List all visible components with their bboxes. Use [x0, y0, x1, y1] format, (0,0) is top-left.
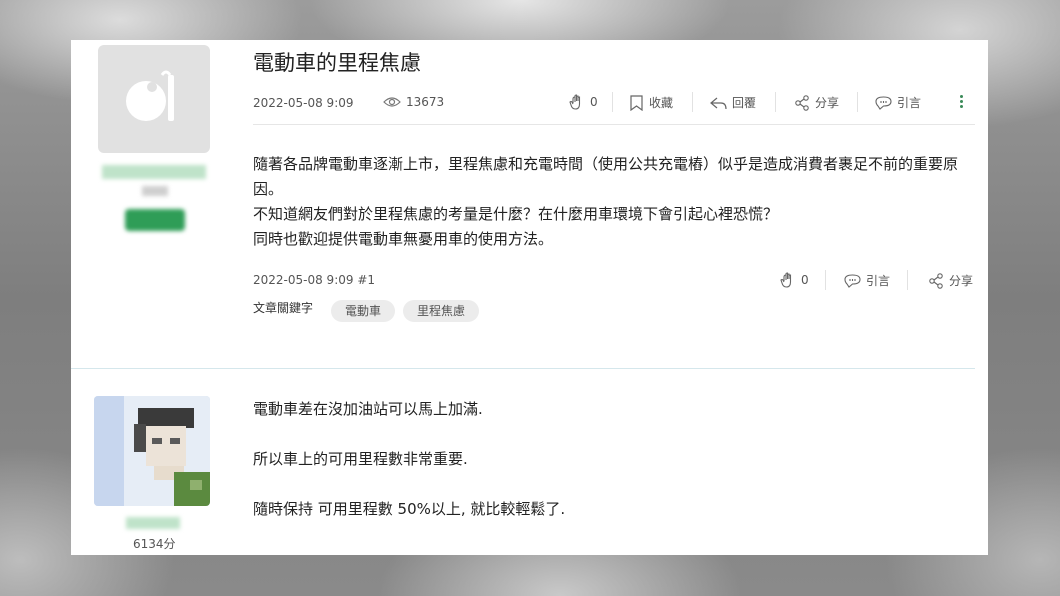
- share-button[interactable]: 分享: [794, 94, 839, 111]
- footer-quote-label: 引言: [866, 274, 891, 288]
- reply-body: 電動車差在沒加油站可以馬上加滿. 所以車上的可用里程數非常重要. 隨時保持 可用…: [253, 396, 565, 546]
- action-separator: [907, 270, 908, 290]
- reply-author-avatar[interactable]: [94, 396, 210, 506]
- author-avatar[interactable]: [98, 45, 210, 153]
- thread-title: 電動車的里程焦慮: [253, 51, 421, 75]
- post-divider: [71, 368, 975, 369]
- reply-paragraph: 電動車差在沒加油站可以馬上加滿.: [253, 400, 483, 418]
- quote-label: 引言: [897, 96, 922, 110]
- reply-paragraph: 所以車上的可用里程數非常重要.: [253, 450, 468, 468]
- bookmark-label: 收藏: [649, 96, 674, 110]
- default-avatar-icon: [126, 70, 174, 121]
- post-paragraph: 同時也歡迎提供電動車無憂用車的使用方法。: [253, 230, 554, 248]
- clap-icon: [569, 94, 581, 110]
- footer-like-count: 0: [801, 273, 809, 287]
- footer-like-button[interactable]: 0: [780, 272, 809, 288]
- reply-author-name-redacted[interactable]: [126, 517, 180, 529]
- reply-paragraph: 隨時保持 可用里程數 50%以上, 就比較輕鬆了.: [253, 500, 566, 518]
- author-badge-redacted: [125, 209, 185, 231]
- like-count: 0: [590, 95, 598, 109]
- quote-button[interactable]: 引言: [875, 94, 921, 111]
- quote-icon: [844, 274, 861, 288]
- reply-button[interactable]: 回覆: [710, 94, 756, 111]
- view-count-value: 13673: [406, 95, 445, 109]
- reply-label: 回覆: [732, 96, 757, 110]
- post-paragraph: 不知道網友們對於里程焦慮的考量是什麼？在什麼用車環境下會引起心裡恐慌？: [253, 205, 779, 223]
- view-count: 13673: [383, 95, 444, 109]
- quote-icon: [875, 96, 892, 110]
- clap-icon: [780, 272, 792, 288]
- action-separator: [825, 270, 826, 290]
- footer-share-label: 分享: [949, 274, 974, 288]
- footer-quote-button[interactable]: 引言: [844, 272, 890, 289]
- bookmark-icon: [630, 94, 643, 111]
- eye-icon: [383, 97, 401, 107]
- reply-icon: [710, 97, 727, 109]
- author-level-redacted: [142, 186, 168, 196]
- header-divider: [253, 124, 975, 125]
- action-separator: [775, 92, 776, 112]
- bookmark-button[interactable]: 收藏: [629, 94, 673, 111]
- author-name-redacted[interactable]: [102, 165, 206, 179]
- post-floor-timestamp[interactable]: 2022-05-08 9:09 #1: [253, 273, 375, 287]
- share-label: 分享: [815, 96, 840, 110]
- action-separator: [857, 92, 858, 112]
- action-separator: [692, 92, 693, 112]
- share-icon: [795, 94, 809, 111]
- keyword-tag[interactable]: 電動車: [331, 300, 396, 322]
- reply-author-score: 6134分: [133, 537, 176, 551]
- post-date: 2022-05-08 9:09: [253, 96, 354, 110]
- more-options-icon[interactable]: [960, 95, 963, 108]
- pixelated-avatar-icon: [94, 396, 210, 506]
- like-button[interactable]: 0: [569, 94, 598, 110]
- post-paragraph: 隨著各品牌電動車逐漸上市，里程焦慮和充電時間（使用公共充電樁）似乎是造成消費者裹…: [253, 155, 959, 198]
- keywords-label: 文章關鍵字: [253, 301, 314, 315]
- share-icon: [929, 272, 943, 289]
- footer-share-button[interactable]: 分享: [928, 272, 973, 289]
- keyword-tag[interactable]: 里程焦慮: [403, 300, 480, 322]
- post-body: 隨著各品牌電動車逐漸上市，里程焦慮和充電時間（使用公共充電樁）似乎是造成消費者裹…: [253, 152, 973, 252]
- action-separator: [612, 92, 613, 112]
